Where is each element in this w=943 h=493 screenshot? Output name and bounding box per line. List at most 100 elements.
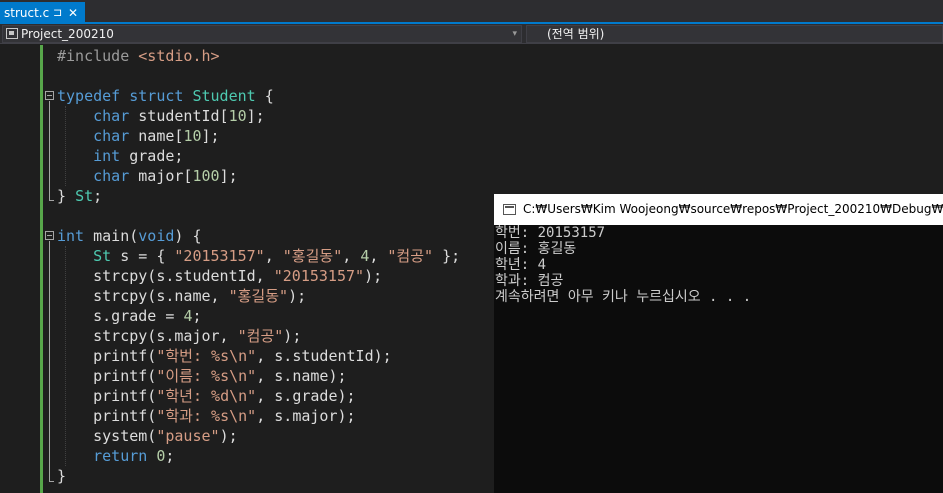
code-token: , s.name); [256,367,347,385]
code-line: char name[10]; [0,126,943,146]
code-text: #include <stdio.h> [57,46,220,66]
code-text: int main(void) { [57,226,202,246]
code-text: strcpy(s.name, "홍길동"); [57,286,306,306]
console-line: 학과: 컴공 [495,273,564,289]
code-token: "20153157" [273,267,365,285]
code-token: 10 [183,127,202,145]
code-text: return 0; [57,446,174,466]
code-token: main( [84,227,139,245]
code-token: grade; [120,147,184,165]
console-title: C:₩Users₩Kim Woojeong₩source₩repos₩Proje… [523,202,943,216]
code-text: St s = { "20153157", "홍길동", 4, "컴공" }; [57,246,460,266]
code-token: ]; [201,127,220,145]
code-token: "컴공" [387,247,434,265]
code-token: ; [165,447,175,465]
project-icon [6,28,18,39]
code-token: printf( [57,347,157,365]
code-token: s = { [111,247,175,265]
code-text: char studentId[10]; [57,106,265,126]
console-window[interactable]: C:₩Users₩Kim Woojeong₩source₩repos₩Proje… [494,194,943,493]
console-line: 학번: 20153157 [495,225,606,241]
chevron-down-icon[interactable]: ▾ [512,26,517,42]
code-line: char studentId[10]; [0,106,943,126]
code-token: char [93,107,130,125]
console-line: 계속하려면 아무 키나 누르십시오 . . . [495,289,752,305]
code-token: ; [93,187,103,205]
console-title-bar[interactable]: C:₩Users₩Kim Woojeong₩source₩repos₩Proje… [494,194,943,225]
code-token: , s.studentId); [256,347,392,365]
project-name: Project_200210 [21,27,114,41]
code-token: "20153157" [174,247,265,265]
code-token: , s.grade); [256,387,356,405]
collapse-icon[interactable] [45,91,54,100]
code-token: } [57,467,67,485]
code-token: <stdio.h> [138,47,220,65]
code-token: printf( [57,387,157,405]
code-token: int [93,147,121,165]
navigation-bar: Project_200210 ▾ (전역 범위) [0,24,943,44]
code-token: studentId[ [129,107,229,125]
tab-title: struct.c [4,6,50,20]
code-token: St [75,187,94,205]
code-text: typedef struct Student { [57,86,274,106]
code-text: system("pause"); [57,426,238,446]
code-token: char [93,127,130,145]
code-token: "컴공" [237,327,284,345]
code-token: #include [57,47,139,65]
code-line: int grade; [0,146,943,166]
console-line: 이름: 홍길동 [495,241,577,257]
code-token: system( [57,427,157,445]
code-token: printf( [57,367,157,385]
code-token: ); [219,427,238,445]
collapse-icon[interactable] [45,231,54,240]
code-token: strcpy(s.studentId, [57,267,274,285]
console-app-icon [503,204,516,215]
code-token: , [369,247,388,265]
scope-label: (전역 범위) [547,27,605,41]
code-token: 4 [360,247,370,265]
code-token: "이름: %s\n" [156,367,257,385]
code-text: printf("학번: %s\n", s.studentId); [57,346,392,366]
code-token: "홍길동" [228,287,289,305]
code-text: printf("학년: %d\n", s.grade); [57,386,356,406]
pin-icon[interactable]: ⊐ [53,2,62,24]
code-token: "학과: %s\n" [156,407,257,425]
document-tab-bar: struct.c ⊐ ✕ [0,0,943,24]
code-token: }; [433,247,461,265]
code-token: strcpy(s.name, [57,287,229,305]
code-token: , s.major); [256,407,356,425]
code-text: } St; [57,186,102,206]
code-line: #include <stdio.h> [0,46,943,66]
code-text: printf("이름: %s\n", s.name); [57,366,347,386]
code-line: char major[100]; [0,166,943,186]
code-token: ]; [246,107,265,125]
code-token: ]; [219,167,238,185]
code-text: s.grade = 4; [57,306,201,326]
code-token: return [93,447,148,465]
code-text: strcpy(s.studentId, "20153157"); [57,266,382,286]
tab-struct-c[interactable]: struct.c ⊐ ✕ [0,2,85,24]
code-token: char [93,167,130,185]
code-token: "학번: %s\n" [156,347,257,365]
code-text: char name[10]; [57,126,220,146]
code-token: , [264,247,283,265]
code-token: name[ [129,127,184,145]
code-token: ) { [174,227,202,245]
close-icon[interactable]: ✕ [68,2,78,24]
code-token: printf( [57,407,157,425]
project-dropdown[interactable]: Project_200210 ▾ [2,25,522,43]
code-token: ); [283,327,302,345]
code-token: strcpy(s.major, [57,327,238,345]
console-output: 학번: 20153157 이름: 홍길동 학년: 4 학과: 컴공 계속하려면 아무 키… [495,225,943,305]
scope-dropdown[interactable]: (전역 범위) [526,25,943,43]
code-token: s.grade = [57,307,184,325]
code-text: } [57,466,66,486]
code-token: Student [192,87,256,105]
code-line: typedef struct Student { [0,86,943,106]
